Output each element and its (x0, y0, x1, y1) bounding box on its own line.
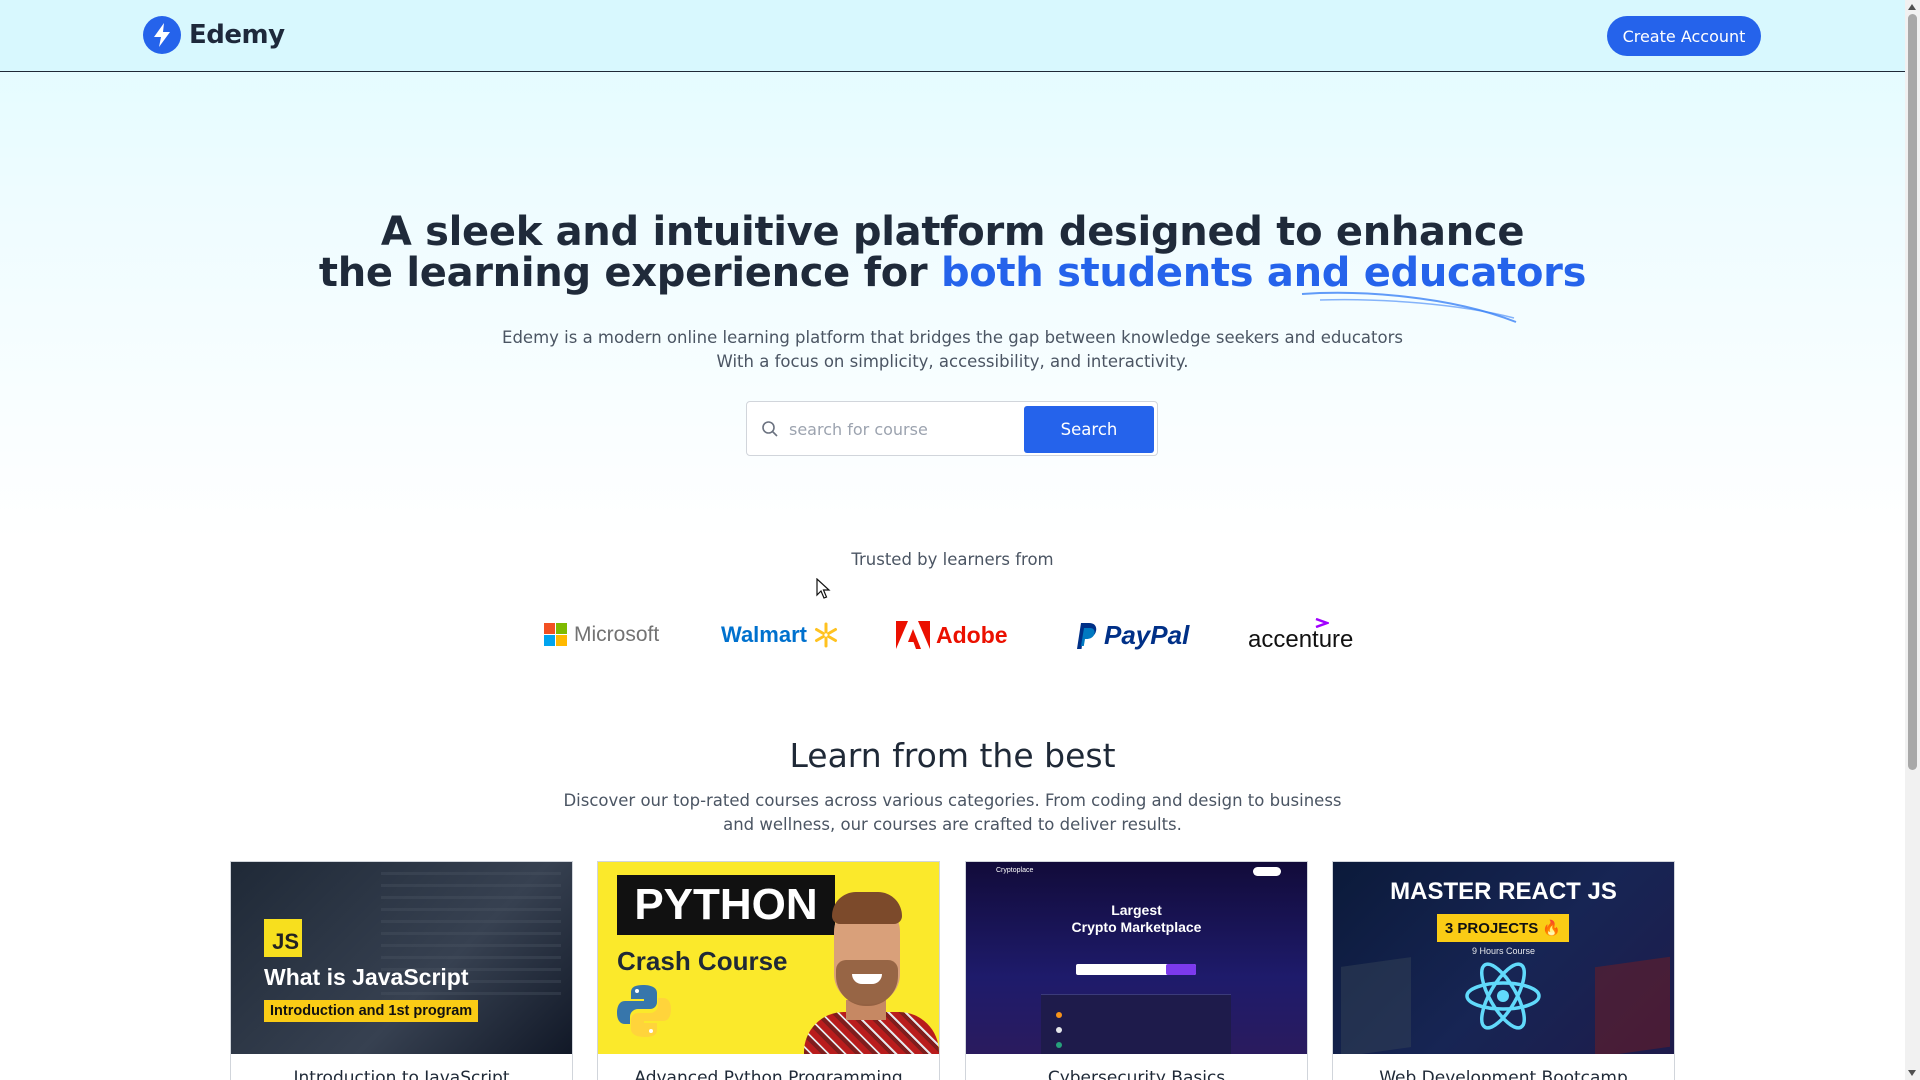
brand-name: accenture (1248, 626, 1354, 653)
course-thumbnail: JS What is JavaScript Introduction and 1… (231, 862, 572, 1054)
course-card[interactable]: PYTHON Crash Course Advanced Python Prog… (597, 861, 940, 1080)
thumb-brand: Cryptoplace (996, 867, 1034, 874)
company-logos: Microsoft Walmart Adobe PayPal accenture (0, 610, 1905, 660)
courses-section-title: Learn from the best (789, 736, 1116, 775)
walmart-spark-icon (814, 622, 837, 648)
courses-section-subtitle: Discover our top-rated courses across va… (0, 789, 1905, 837)
thumb-heading-line2: Crypto Marketplace (1071, 919, 1202, 935)
hero-title-line2: the learning experience for both student… (0, 253, 1905, 294)
thumb-sub: Crash Course (617, 946, 788, 976)
logo-text: Edemy (189, 20, 285, 50)
thumb-heading: MASTER REACT JS (1390, 878, 1617, 905)
microsoft-squares-icon (544, 623, 567, 646)
hero-title-line1: A sleek and intuitive platform designed … (380, 209, 1525, 255)
brand-name: PayPal (1104, 619, 1190, 650)
thumb-heading: What is JavaScript (264, 964, 469, 990)
logo[interactable]: Edemy (143, 16, 285, 54)
course-title: Web Development Bootcamp (1379, 1068, 1628, 1080)
scroll-down-arrow-icon[interactable] (1908, 1070, 1916, 1076)
hero-title-prefix: the learning experience for (318, 250, 941, 296)
microsoft-logo: Microsoft (544, 610, 659, 660)
adobe-a-icon (896, 621, 930, 649)
search-bar: Search (746, 401, 1158, 456)
course-thumbnail: PYTHON Crash Course (598, 862, 939, 1054)
course-title: Introduction to JavaScript (293, 1068, 510, 1080)
hero-subtitle-line1: Edemy is a modern online learning platfo… (502, 328, 1403, 347)
paypal-logo: PayPal (1072, 610, 1189, 660)
scrollbar-thumb[interactable] (1908, 14, 1917, 770)
thumb-heading-line1: Largest (1111, 902, 1162, 918)
page-scrollbar[interactable] (1905, 0, 1920, 1080)
scroll-up-arrow-icon[interactable] (1908, 4, 1916, 10)
page: Edemy Create Account A sleek and intuiti… (0, 0, 1905, 1080)
hero-subtitle-line2: With a focus on simplicity, accessibilit… (716, 352, 1189, 371)
accenture-logo: accenture (1248, 610, 1353, 660)
mouse-cursor-icon (816, 578, 831, 599)
course-title: Advanced Python Programming (634, 1068, 903, 1080)
create-account-button[interactable]: Create Account (1607, 16, 1761, 56)
thumb-heading: Largest Crypto Marketplace (966, 902, 1307, 936)
thumb-heading: PYTHON (617, 875, 835, 935)
search-input[interactable] (787, 410, 1031, 449)
thumb-tag: Introduction and 1st program (264, 1000, 479, 1022)
js-badge: JS (264, 919, 302, 957)
instructor-photo (804, 882, 939, 1054)
search-icon (761, 420, 779, 442)
brand-name: Microsoft (574, 623, 660, 646)
lightning-icon (143, 16, 181, 54)
python-icon (617, 985, 671, 1037)
thumb-tag: 3 PROJECTS 🔥 (1437, 914, 1569, 942)
course-card[interactable]: MASTER REACT JS 3 PROJECTS 🔥 9 Hours Cou… (1332, 861, 1675, 1080)
react-atom-icon (1465, 962, 1541, 1030)
course-thumbnail: Cryptoplace Largest Crypto Marketplace (966, 862, 1307, 1054)
courses-subtitle-line1: Discover our top-rated courses across va… (563, 791, 1342, 810)
course-card[interactable]: JS What is JavaScript Introduction and 1… (230, 861, 573, 1080)
course-title: Cybersecurity Basics (1047, 1068, 1226, 1080)
thumb-sub: 9 Hours Course (1471, 946, 1536, 956)
paypal-p-icon (1077, 623, 1097, 649)
courses-subtitle-line2: and wellness, our courses are crafted to… (723, 815, 1182, 834)
site-header: Edemy Create Account (0, 0, 1905, 72)
hero-subtitle: Edemy is a modern online learning platfo… (0, 326, 1905, 374)
brand-name: Adobe (936, 621, 1008, 648)
adobe-logo: Adobe (896, 610, 1008, 660)
search-button[interactable]: Search (1024, 406, 1154, 453)
course-card[interactable]: Cryptoplace Largest Crypto Marketplace C… (965, 861, 1308, 1080)
walmart-logo: Walmart (721, 610, 839, 660)
course-thumbnail: MASTER REACT JS 3 PROJECTS 🔥 9 Hours Cou… (1333, 862, 1674, 1054)
hero-title: A sleek and intuitive platform designed … (0, 212, 1905, 294)
brand-name: Walmart (721, 622, 807, 647)
trusted-label: Trusted by learners from (851, 550, 1054, 569)
accent-underline-swoosh (1301, 291, 1517, 323)
